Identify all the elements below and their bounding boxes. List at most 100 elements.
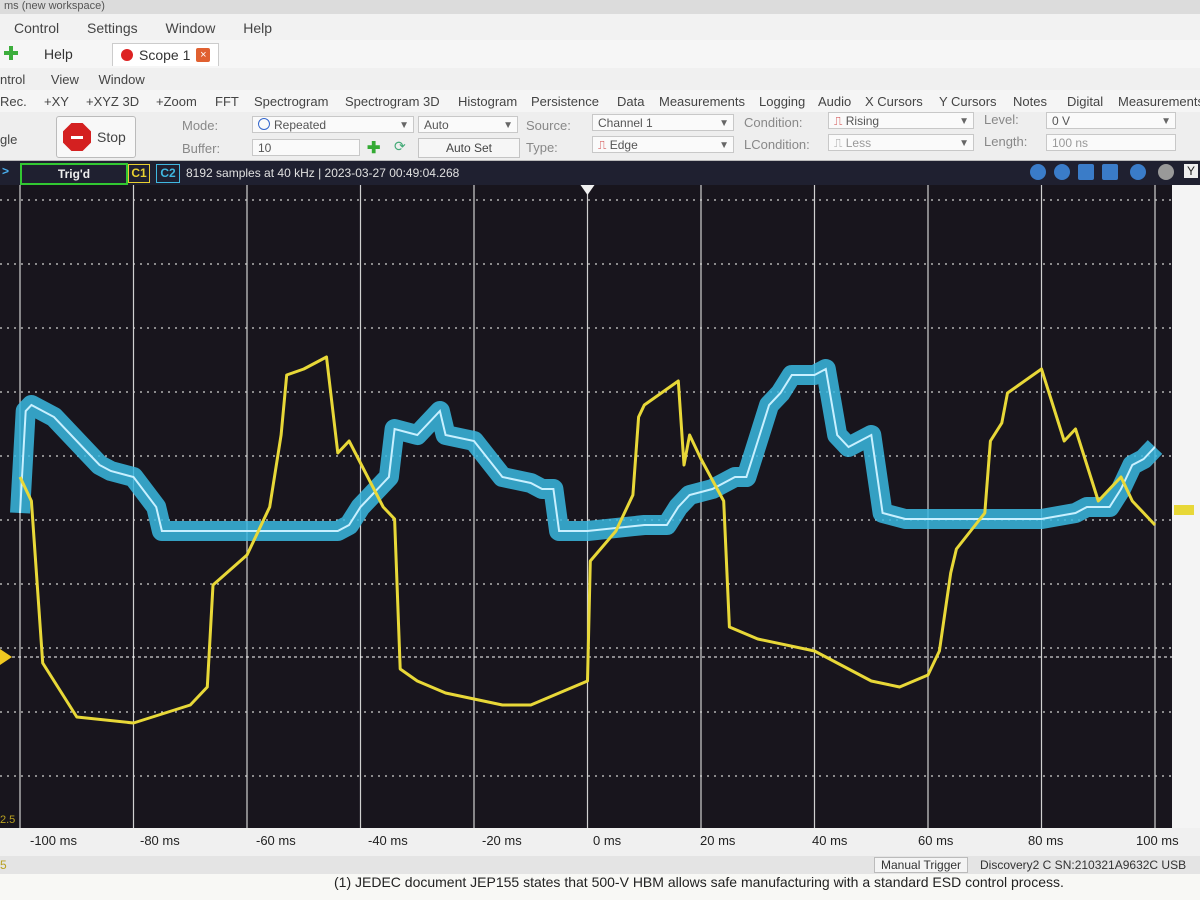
x-tick: 60 ms	[918, 833, 954, 848]
toolbar-audio[interactable]: Audio	[818, 94, 851, 109]
type-value: Edge	[609, 138, 638, 152]
level-value: 0 V	[1052, 114, 1071, 128]
toolbar-measurements-2[interactable]: Measurements	[1118, 94, 1200, 109]
toolbar-persistence[interactable]: Persistence	[531, 94, 599, 109]
toolbar-measurements[interactable]: Measurements	[659, 94, 745, 109]
submenu-view[interactable]: View	[51, 72, 79, 87]
stop-button[interactable]: Stop	[56, 116, 136, 158]
chevron-down-icon: ▼	[959, 138, 969, 149]
fit-vertical-icon[interactable]	[1102, 164, 1118, 180]
x-tick: -80 ms	[140, 833, 180, 848]
trigger-level-marker[interactable]	[0, 649, 12, 665]
refresh-icon[interactable]: ⟳	[394, 138, 406, 155]
length-value: 100 ns	[1052, 136, 1089, 150]
add-tab-icon[interactable]	[4, 46, 18, 60]
chevron-down-icon: ▼	[503, 120, 513, 131]
auto-select[interactable]: Auto ▼	[418, 116, 518, 133]
device-info: Discovery2 C SN:210321A9632C USB	[980, 858, 1187, 872]
status-bar: 5 Manual Trigger Discovery2 C SN:210321A…	[0, 856, 1200, 874]
x-tick: -20 ms	[482, 833, 522, 848]
source-select[interactable]: Channel 1 ▼	[592, 114, 734, 131]
submenu-control[interactable]: ntrol	[0, 72, 25, 87]
scope-plot-area[interactable]	[0, 185, 1172, 841]
expand-arrow-icon[interactable]: >	[2, 164, 9, 178]
submenu-window[interactable]: Window	[99, 72, 145, 87]
scope-header: > Trig'd C1 C2 8192 samples at 40 kHz | …	[0, 161, 1200, 185]
menu-help[interactable]: Help	[243, 20, 272, 36]
mode-label: Mode:	[182, 118, 219, 133]
toolbar-rec[interactable]: Rec.	[0, 94, 27, 109]
left-edge-label: 2.5	[0, 814, 16, 826]
tab-bar: Help Scope 1 ×	[0, 40, 1200, 69]
background-document: (1) JEDEC document JEP155 states that 50…	[0, 874, 1200, 900]
menu-settings[interactable]: Settings	[87, 20, 138, 36]
window-title: ms (new workspace)	[0, 0, 1200, 14]
chevron-down-icon: ▼	[719, 140, 729, 151]
x-tick: 40 ms	[812, 833, 848, 848]
manual-trigger-button[interactable]: Manual Trigger	[874, 857, 969, 873]
toolbar-xy[interactable]: +XY	[44, 94, 69, 109]
toolbar-notes[interactable]: Notes	[1013, 94, 1047, 109]
fit-horizontal-icon[interactable]	[1078, 164, 1094, 180]
toolbar-data[interactable]: Data	[617, 94, 644, 109]
stop-label: Stop	[97, 129, 126, 145]
chevron-down-icon: ▼	[399, 120, 409, 131]
document-text: (1) JEDEC document JEP155 states that 50…	[334, 874, 1064, 890]
chevron-down-icon: ▼	[719, 118, 729, 129]
add-buffer-icon[interactable]: ✚	[367, 138, 380, 158]
toolbar-fft[interactable]: FFT	[215, 94, 239, 109]
chevron-down-icon: ▼	[959, 116, 969, 127]
condition-select[interactable]: ⎍ Rising ▼	[828, 112, 974, 129]
buffer-input[interactable]: 10	[252, 139, 360, 156]
single-label[interactable]: gle	[0, 132, 17, 147]
buffer-label: Buffer:	[182, 141, 221, 156]
close-tab-icon[interactable]: ×	[196, 48, 211, 62]
level-input[interactable]: 0 V ▼	[1046, 112, 1176, 129]
toolbar-logging[interactable]: Logging	[759, 94, 805, 109]
chevron-down-icon: ▼	[1161, 116, 1171, 127]
less-icon: ⎍	[834, 136, 843, 150]
toolbar-spectrogram-3d[interactable]: Spectrogram 3D	[345, 94, 440, 109]
toolbar-digital[interactable]: Digital	[1067, 94, 1103, 109]
x-tick: 20 ms	[700, 833, 736, 848]
toolbar-y-cursors[interactable]: Y Cursors	[939, 94, 997, 109]
type-select[interactable]: ⎍ Edge ▼	[592, 136, 734, 153]
zoom-out-icon[interactable]	[1054, 164, 1070, 180]
length-input[interactable]: 100 ns	[1046, 134, 1176, 151]
toolbar-zoom[interactable]: +Zoom	[156, 94, 197, 109]
y-axis-toggle[interactable]: Y	[1184, 164, 1199, 178]
mode-select[interactable]: Repeated ▼	[252, 116, 414, 133]
tab-scope-label: Scope 1	[139, 47, 191, 63]
toolbar-xyz3d[interactable]: +XYZ 3D	[86, 94, 139, 109]
buffer-value: 10	[258, 141, 272, 155]
toolbar-histogram[interactable]: Histogram	[458, 94, 517, 109]
condition-label: Condition:	[744, 115, 803, 130]
toolbar-x-cursors[interactable]: X Cursors	[865, 94, 923, 109]
auto-set-label: Auto Set	[445, 141, 493, 155]
zoom-reset-icon[interactable]	[1130, 164, 1146, 180]
menu-window[interactable]: Window	[166, 20, 216, 36]
menu-control[interactable]: Control	[14, 20, 59, 36]
stop-icon	[63, 123, 91, 151]
tab-scope-1[interactable]: Scope 1 ×	[112, 43, 220, 66]
zoom-in-icon[interactable]	[1030, 164, 1046, 180]
channel-2-badge[interactable]: C2	[156, 164, 180, 183]
trigger-position-marker[interactable]	[580, 185, 595, 195]
x-axis: 2.5 -100 ms -80 ms -60 ms -40 ms -20 ms …	[0, 814, 1200, 856]
lcondition-label: LCondition:	[744, 137, 810, 152]
source-label: Source:	[526, 118, 571, 133]
left-axis-value: 5	[0, 858, 7, 872]
auto-set-button[interactable]: Auto Set	[418, 138, 520, 158]
tab-help[interactable]: Help	[44, 46, 73, 62]
source-value: Channel 1	[598, 116, 653, 130]
lcondition-select[interactable]: ⎍ Less ▼	[828, 134, 974, 151]
settings-gear-icon[interactable]	[1158, 164, 1174, 180]
condition-value: Rising	[845, 114, 880, 128]
auto-value: Auto	[424, 118, 449, 132]
channel-1-badge[interactable]: C1	[128, 164, 150, 183]
view-toolbar: Rec. +XY +XYZ 3D +Zoom FFT Spectrogram S…	[0, 90, 1200, 113]
x-tick: 80 ms	[1028, 833, 1064, 848]
rising-edge-icon: ⎍	[834, 114, 843, 128]
toolbar-spectrogram[interactable]: Spectrogram	[254, 94, 328, 109]
acquisition-info: 8192 samples at 40 kHz | 2023-03-27 00:4…	[186, 166, 460, 180]
